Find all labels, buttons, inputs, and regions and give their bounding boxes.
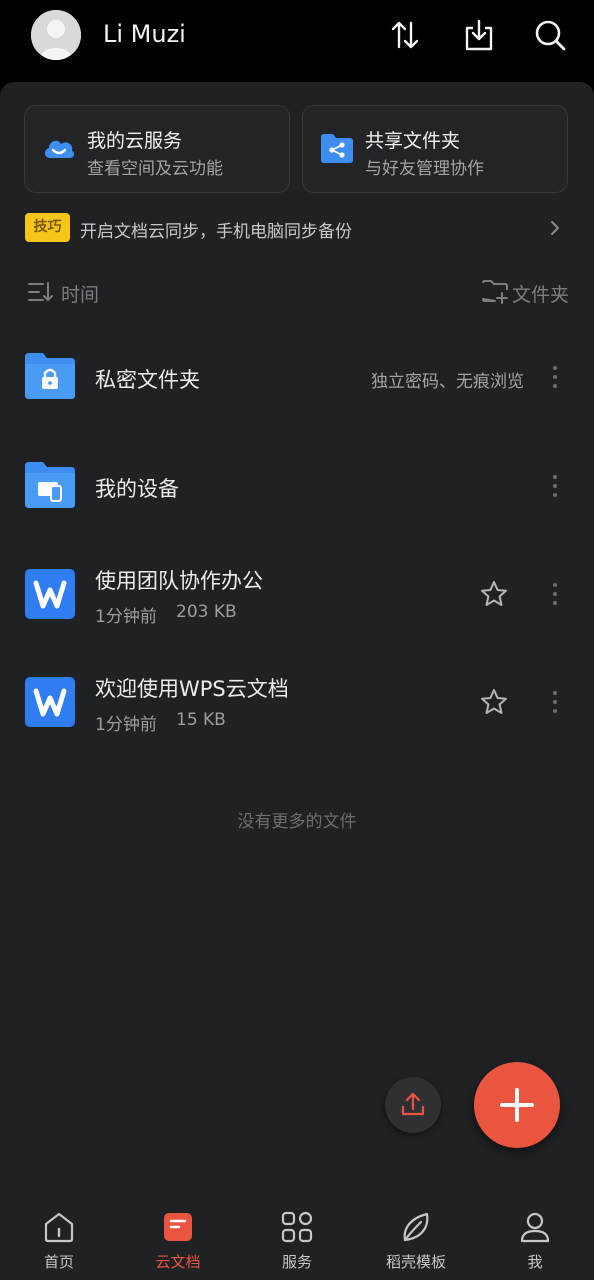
list-item-private-folder[interactable]: 私密文件夹 独立密码、无痕浏览 — [0, 327, 594, 427]
item-name: 使用团队协作办公 — [95, 569, 263, 593]
nav-cloud-docs[interactable]: 云文档 — [119, 1200, 237, 1280]
download-icon[interactable] — [462, 18, 496, 52]
star-icon[interactable] — [479, 687, 509, 717]
sync-tip-banner[interactable]: 技巧 开启文档云同步，手机电脑同步备份 — [0, 208, 594, 248]
item-size: 203 KB — [176, 602, 237, 622]
nav-home[interactable]: 首页 — [0, 1200, 118, 1280]
tip-badge: 技巧 — [25, 213, 70, 242]
sort-toolbar: 时间 文件夹 — [0, 278, 594, 308]
card-title: 共享文件夹 — [365, 130, 461, 152]
avatar[interactable] — [31, 10, 81, 60]
home-icon — [44, 1212, 74, 1243]
star-icon[interactable] — [479, 579, 509, 609]
item-name: 我的设备 — [95, 477, 179, 501]
card-subtitle: 查看空间及云功能 — [87, 159, 223, 179]
card-title: 我的云服务 — [87, 130, 183, 152]
no-more-files-label: 没有更多的文件 — [237, 812, 357, 832]
sort-list-icon[interactable] — [27, 280, 53, 304]
username[interactable]: Li Muzi — [103, 20, 186, 48]
list-item-document[interactable]: 使用团队协作办公 1分钟前 203 KB — [0, 544, 594, 644]
item-name: 欢迎使用WPS云文档 — [95, 677, 289, 701]
nav-me[interactable]: 我 — [476, 1200, 594, 1280]
nav-label: 稻壳模板 — [385, 1253, 446, 1271]
item-hint: 独立密码、无痕浏览 — [371, 372, 524, 392]
shared-folder-card[interactable]: 共享文件夹 与好友管理协作 — [302, 105, 568, 193]
card-subtitle: 与好友管理协作 — [365, 159, 484, 179]
top-bar: Li Muzi — [0, 0, 594, 82]
item-size: 15 KB — [176, 710, 226, 730]
nav-label: 我 — [527, 1253, 543, 1271]
nav-label: 服务 — [281, 1253, 312, 1271]
cloud-docs-panel: 我的云服务 查看空间及云功能 共享文件夹 与好友管理协作 技巧 开启文档云同步，… — [0, 82, 594, 1200]
list-item-document[interactable]: 欢迎使用WPS云文档 1分钟前 15 KB — [0, 652, 594, 752]
sort-arrows-icon[interactable] — [388, 18, 422, 52]
new-folder-icon[interactable] — [481, 278, 509, 304]
device-folder-icon — [25, 462, 75, 508]
apps-grid-icon — [281, 1211, 313, 1243]
profile-icon — [520, 1212, 550, 1243]
shared-folder-icon — [321, 134, 353, 163]
my-cloud-service-card[interactable]: 我的云服务 查看空间及云功能 — [24, 105, 290, 193]
more-vertical-icon[interactable] — [545, 364, 565, 390]
item-name: 私密文件夹 — [95, 368, 200, 392]
nav-label: 云文档 — [155, 1253, 201, 1271]
tip-text: 开启文档云同步，手机电脑同步备份 — [80, 222, 352, 242]
nav-templates[interactable]: 稻壳模板 — [357, 1200, 475, 1280]
chevron-right-icon — [551, 221, 559, 235]
upload-icon — [401, 1092, 425, 1116]
bottom-navigation: 首页 云文档 服务 稻壳模板 我 — [0, 1200, 594, 1280]
more-vertical-icon[interactable] — [545, 473, 565, 499]
wps-writer-icon — [25, 677, 75, 727]
nav-services[interactable]: 服务 — [238, 1200, 356, 1280]
wps-writer-icon — [25, 569, 75, 619]
sort-by-time-label[interactable]: 时间 — [61, 280, 99, 307]
cloud-icon — [44, 140, 75, 158]
cloud-doc-icon — [164, 1213, 192, 1241]
list-item-my-devices[interactable]: 我的设备 — [0, 436, 594, 536]
plus-icon — [500, 1088, 534, 1122]
new-folder-label[interactable]: 文件夹 — [512, 280, 569, 307]
avatar-person-icon — [31, 10, 81, 60]
more-vertical-icon[interactable] — [545, 581, 565, 607]
more-vertical-icon[interactable] — [545, 689, 565, 715]
search-icon[interactable] — [533, 18, 567, 52]
create-new-button[interactable] — [474, 1062, 560, 1148]
upload-button[interactable] — [385, 1077, 441, 1133]
item-time: 1分钟前 — [95, 715, 157, 735]
leaf-icon — [403, 1212, 429, 1242]
private-folder-icon — [25, 353, 75, 399]
nav-label: 首页 — [43, 1253, 74, 1271]
item-time: 1分钟前 — [95, 607, 157, 627]
